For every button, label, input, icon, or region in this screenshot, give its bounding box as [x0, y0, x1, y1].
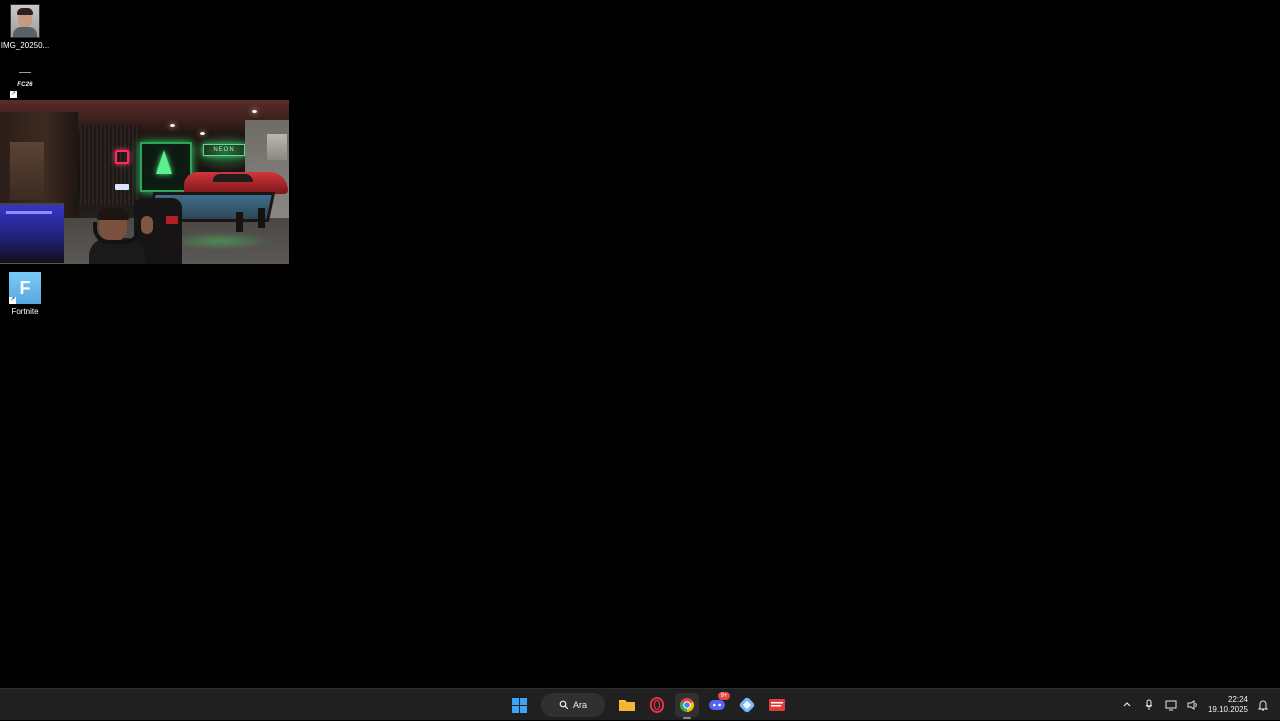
taskbar-app[interactable] — [735, 693, 759, 717]
folder-icon — [619, 700, 635, 711]
desktop: IMG_20250... FC26 ↗ NEON F ↗ Fortnite — [0, 0, 1280, 688]
taskbar-discord[interactable]: 9+ — [705, 692, 730, 717]
notification-badge: 9+ — [718, 692, 730, 700]
network-icon[interactable] — [1164, 698, 1178, 712]
chevron-up-icon[interactable] — [1120, 698, 1134, 712]
windows-start-icon — [511, 697, 527, 713]
notification-icon[interactable] — [1256, 698, 1270, 712]
media-player-icon — [769, 699, 785, 711]
start-button[interactable] — [507, 693, 531, 717]
taskbar-file-explorer[interactable] — [615, 693, 639, 717]
chrome-icon — [680, 698, 694, 712]
portrait-photo-icon — [10, 4, 40, 38]
desktop-icon-label: IMG_20250... — [0, 41, 50, 50]
volume-icon[interactable] — [1186, 698, 1200, 712]
desktop-icon-label: Fortnite — [11, 307, 39, 316]
fortnite-icon: F ↗ — [9, 272, 41, 304]
fc26-logo-text: FC26 — [17, 82, 33, 88]
clock-time: 22:24 — [1227, 695, 1248, 704]
desktop-icon-fc26[interactable]: FC26 ↗ — [0, 70, 50, 98]
taskbar-opera-gx[interactable] — [645, 693, 669, 717]
clock-date: 19.10.2025 — [1207, 705, 1248, 714]
shortcut-arrow-icon: ↗ — [10, 91, 17, 98]
desktop-icon-fortnite[interactable]: F ↗ Fortnite — [0, 272, 50, 316]
shortcut-arrow-icon: ↗ — [9, 297, 16, 304]
discord-icon — [709, 700, 725, 710]
clock[interactable]: 22:24 19.10.2025 — [1208, 695, 1248, 715]
search-button[interactable]: Ara — [541, 693, 605, 717]
fc26-icon: FC26 ↗ — [10, 70, 40, 98]
search-label: Ara — [572, 700, 587, 710]
green-neon-logo-icon — [156, 150, 172, 174]
taskbar-chrome[interactable] — [675, 693, 699, 719]
taskbar: Ara 9+ 22:24 19.10.2025 — [0, 688, 1280, 720]
taskbar-media-app[interactable] — [765, 693, 789, 717]
red-neon-icon — [115, 150, 129, 164]
streamer-person — [89, 208, 153, 264]
microphone-icon[interactable] — [1142, 698, 1156, 712]
system-tray: 22:24 19.10.2025 — [1120, 689, 1280, 721]
webcam-video-overlay[interactable]: NEON — [0, 100, 289, 264]
neon-sign: NEON — [203, 144, 245, 156]
search-icon — [559, 700, 569, 710]
opera-gx-icon — [649, 697, 665, 713]
app-icon — [739, 697, 755, 713]
taskbar-center: Ara 9+ — [507, 689, 789, 721]
desktop-icon-img[interactable]: IMG_20250... — [0, 4, 50, 50]
